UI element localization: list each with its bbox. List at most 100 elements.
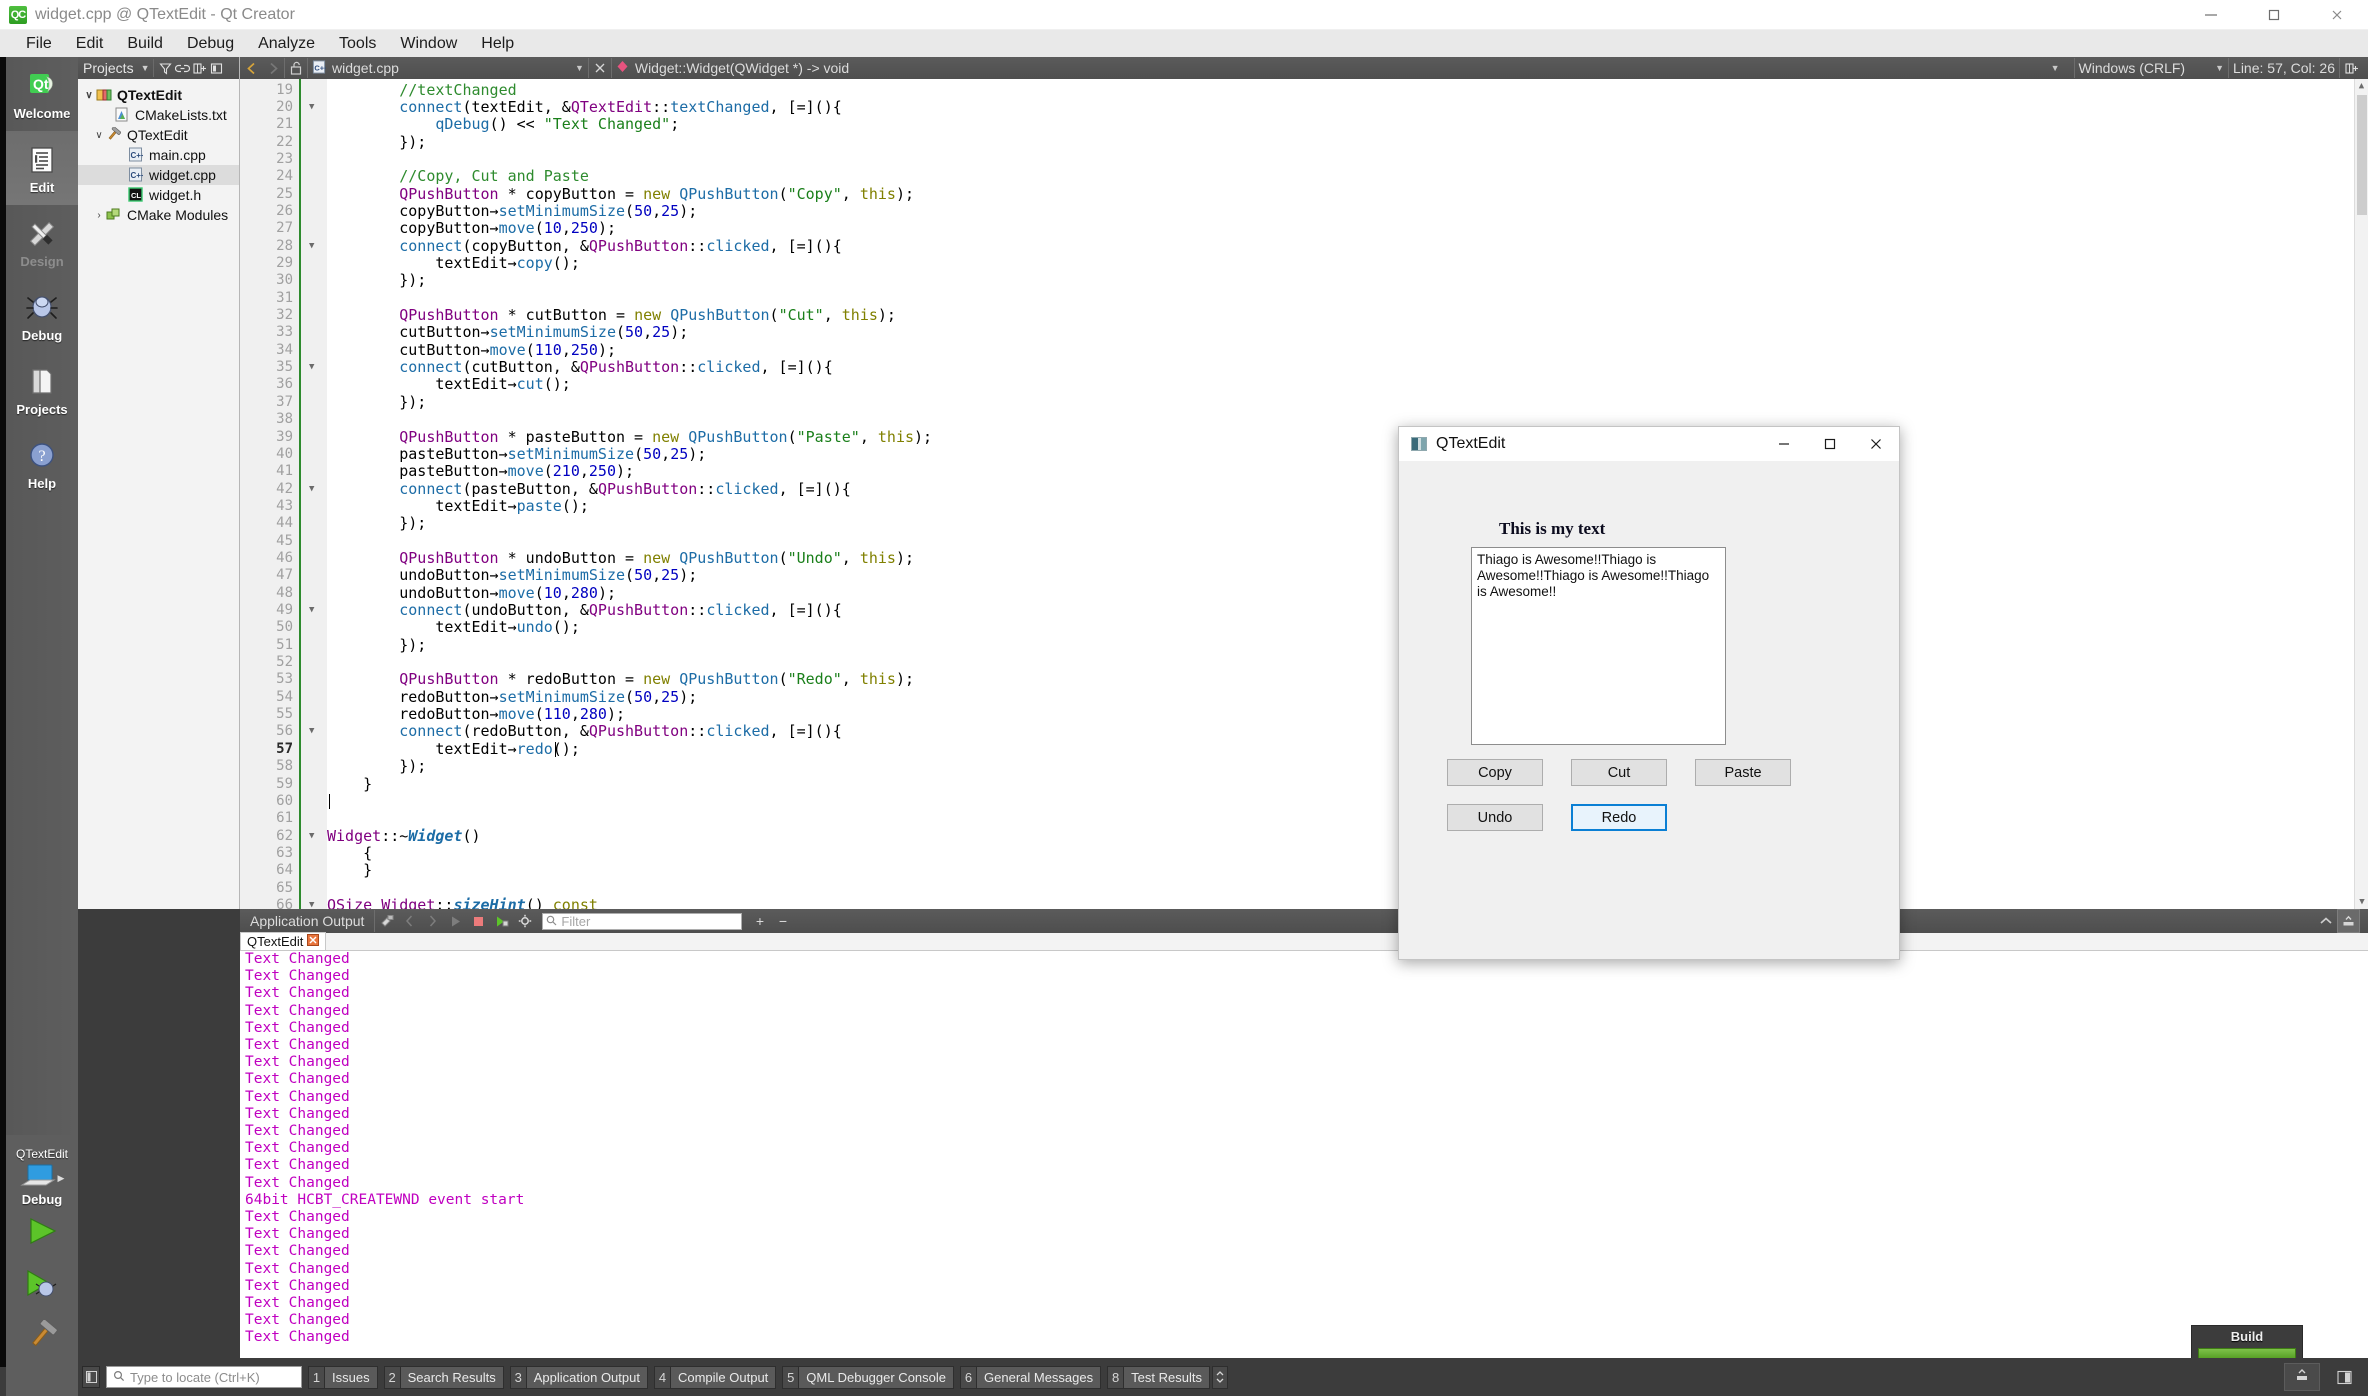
output-tab-qtextedit[interactable]: QTextEdit (240, 932, 327, 950)
mode-debug[interactable]: Debug (6, 279, 78, 353)
menu-debug[interactable]: Debug (175, 33, 246, 55)
chevron-down-icon[interactable]: ▼ (141, 63, 150, 73)
tree-twisty[interactable]: › (92, 210, 106, 221)
toggle-right-sidebar-icon[interactable] (2326, 1363, 2362, 1391)
output-pane-button-compile-output[interactable]: 4 Compile Output (653, 1365, 777, 1389)
fold-marker-icon[interactable]: ▼ (309, 238, 321, 255)
tree-twisty[interactable]: ∨ (82, 90, 96, 101)
output-pane-button-qml-debugger-console[interactable]: 5 QML Debugger Console (782, 1365, 955, 1389)
updown-arrows-icon[interactable] (1211, 1365, 1228, 1389)
toggle-left-sidebar-icon[interactable] (82, 1366, 100, 1388)
split-add-icon[interactable] (191, 59, 208, 77)
menu-tools[interactable]: Tools (327, 33, 388, 55)
tree-item-cmakelists[interactable]: CMakeLists.txt (78, 105, 239, 125)
build-button[interactable] (6, 1311, 78, 1363)
dialog-maximize-button[interactable] (1807, 427, 1853, 461)
navigate-forward-button[interactable] (262, 57, 284, 79)
close-document-button[interactable] (589, 57, 611, 79)
dialog-minimize-button[interactable] (1761, 427, 1807, 461)
filter-icon[interactable] (157, 59, 174, 77)
tree-item-widget-h[interactable]: CL widget.h (78, 185, 239, 205)
undo-button[interactable]: Undo (1447, 804, 1543, 831)
output-text-area[interactable]: Text Changed Text Changed Text Changed Text… (240, 951, 2368, 1358)
output-filter-input[interactable]: Filter (542, 912, 743, 930)
tree-item-qtextedit-target[interactable]: ∨ QTextEdit (78, 125, 239, 145)
next-item-icon[interactable] (421, 909, 444, 933)
menu-window[interactable]: Window (388, 33, 469, 55)
code-text-area[interactable]: //textChanged connect(textEdit, &QTextEd… (327, 79, 2368, 909)
rerun-icon[interactable] (490, 909, 513, 933)
scroll-up-arrow[interactable]: ▲ (2355, 79, 2368, 93)
line-ending-selector[interactable]: Windows (CRLF) ▼ (2075, 57, 2229, 79)
maximize-pane-icon[interactable] (2337, 909, 2360, 933)
clear-output-icon[interactable] (375, 909, 398, 933)
open-file-selector[interactable]: C++ widget.cpp ▼ (308, 57, 588, 79)
menu-analyze[interactable]: Analyze (246, 33, 327, 55)
close-tab-icon[interactable] (307, 934, 320, 949)
tree-twisty[interactable]: ∨ (92, 130, 106, 141)
fold-marker-bar[interactable]: ▼ ▼ ▼ ▼ ▼ ▼ ▼ ▼ (299, 79, 327, 909)
zoom-in-button[interactable]: + (748, 909, 771, 933)
output-pane-button-search-results[interactable]: 2 Search Results (383, 1365, 504, 1389)
fold-marker-icon[interactable]: ▼ (309, 481, 321, 498)
scrollbar-thumb[interactable] (2357, 95, 2367, 215)
window-maximize-button[interactable] (2242, 0, 2305, 30)
menu-edit[interactable]: Edit (64, 33, 116, 55)
redo-button[interactable]: Redo (1571, 804, 1667, 831)
fold-marker-icon[interactable]: ▼ (309, 99, 321, 116)
unlocked-icon[interactable] (285, 57, 307, 79)
cursor-position-label[interactable]: Line: 57, Col: 26 (2229, 57, 2339, 79)
start-debugging-button[interactable] (6, 1259, 78, 1311)
run-icon[interactable] (444, 909, 467, 933)
zoom-out-button[interactable]: − (771, 909, 794, 933)
mode-projects[interactable]: Projects (6, 353, 78, 427)
kit-selector[interactable]: ▶ (6, 1161, 78, 1194)
paste-button[interactable]: Paste (1695, 759, 1791, 786)
run-button[interactable] (6, 1207, 78, 1259)
cut-button[interactable]: Cut (1571, 759, 1667, 786)
scroll-down-arrow[interactable]: ▼ (2355, 895, 2368, 909)
editor-scrollbar[interactable]: ▲ ▼ (2354, 79, 2368, 909)
chevron-down-icon[interactable]: ▼ (575, 63, 584, 73)
fold-marker-icon[interactable]: ▼ (309, 359, 321, 376)
dialog-textedit[interactable]: Thiago is Awesome!!Thiago is Awesome!!Th… (1471, 547, 1726, 745)
fold-marker-icon[interactable]: ▼ (309, 828, 321, 845)
stop-icon[interactable] (467, 909, 490, 933)
tree-item-qtextedit-project[interactable]: ∨ QTextEdit (78, 85, 239, 105)
output-pane-button-test-results[interactable]: 8 Test Results (1107, 1365, 1210, 1389)
window-close-button[interactable] (2305, 0, 2368, 30)
mode-edit[interactable]: Edit (6, 131, 78, 205)
chevron-down-icon[interactable]: ▼ (2215, 63, 2224, 73)
navigate-back-button[interactable] (240, 57, 262, 79)
output-pane-button-application-output[interactable]: 3 Application Output (509, 1365, 648, 1389)
tree-item-main-cpp[interactable]: C++ main.cpp (78, 145, 239, 165)
menu-build[interactable]: Build (115, 33, 175, 55)
mode-design[interactable]: Design (6, 205, 78, 279)
mode-help[interactable]: ? Help (6, 427, 78, 501)
window-minimize-button[interactable] (2179, 0, 2242, 30)
output-pane-button-issues[interactable]: 1 Issues (308, 1365, 378, 1389)
mode-welcome[interactable]: Qt Welcome (6, 57, 78, 131)
fold-marker-icon[interactable]: ▼ (309, 602, 321, 619)
copy-button[interactable]: Copy (1447, 759, 1543, 786)
chevron-up-icon[interactable] (2314, 909, 2337, 933)
split-editor-button[interactable] (2340, 57, 2362, 79)
settings-gear-icon[interactable] (513, 909, 536, 933)
locator-input[interactable]: Type to locate (Ctrl+K) (106, 1366, 302, 1388)
code-editor[interactable]: 19 20 21 22 23 24 25 26 27 28 29 30 31 32 33 34 35 36 37 38… (240, 79, 2368, 909)
prev-item-icon[interactable] (398, 909, 421, 933)
output-pane-button-general-messages[interactable]: 6 General Messages (960, 1365, 1102, 1389)
sidebar-title[interactable]: Projects (83, 60, 134, 76)
menu-file[interactable]: File (14, 33, 64, 55)
fold-marker-icon[interactable]: ▼ (309, 897, 321, 909)
close-pane-icon[interactable] (208, 59, 225, 77)
progress-details-icon[interactable] (2284, 1363, 2320, 1391)
menu-help[interactable]: Help (469, 33, 526, 55)
tree-item-cmake-modules[interactable]: › CMake Modules (78, 205, 239, 225)
dialog-close-button[interactable] (1853, 427, 1899, 461)
symbol-selector[interactable]: Widget::Widget(QWidget *) -> void (612, 57, 853, 79)
link-icon[interactable] (174, 59, 191, 77)
fold-marker-icon[interactable]: ▼ (309, 723, 321, 740)
symbol-caret-icon[interactable]: ▼ (2051, 63, 2060, 73)
tree-item-widget-cpp[interactable]: C++ widget.cpp (78, 165, 239, 185)
